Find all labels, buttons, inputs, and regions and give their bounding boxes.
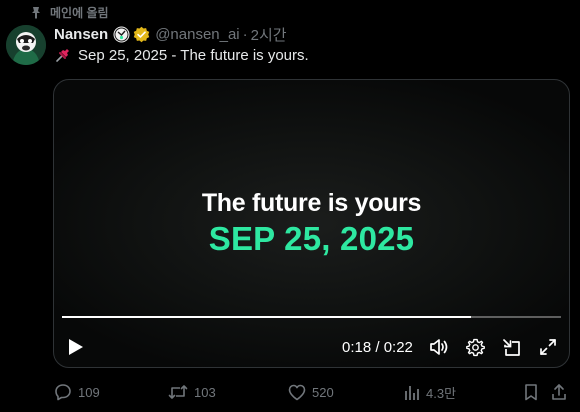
- video-timecode: 0:18 / 0:22: [342, 339, 413, 356]
- repost-icon: [168, 383, 188, 401]
- video-date: SEP 25, 2025: [208, 220, 415, 257]
- tweet-text: Sep 25, 2025 - The future is yours.: [54, 44, 309, 66]
- handle[interactable]: @nansen_ai: [155, 26, 239, 43]
- reply-icon: [54, 383, 72, 401]
- avatar[interactable]: [6, 25, 46, 65]
- tweet-body: Sep 25, 2025 - The future is yours.: [78, 46, 309, 64]
- repost-button[interactable]: 103: [168, 382, 216, 402]
- views-button[interactable]: 4.3만: [404, 382, 456, 402]
- affiliate-badge-icon[interactable]: [113, 26, 130, 43]
- progress-bar[interactable]: [62, 316, 561, 318]
- analytics-icon: [404, 384, 420, 401]
- bookmark-button[interactable]: [523, 382, 539, 402]
- fullscreen-icon[interactable]: [539, 338, 557, 361]
- play-icon[interactable]: [68, 338, 84, 361]
- video-headline: The future is yours: [201, 189, 422, 217]
- display-name[interactable]: Nansen: [54, 26, 108, 43]
- picture-in-picture-icon[interactable]: [502, 338, 522, 362]
- like-button[interactable]: 520: [288, 382, 334, 402]
- settings-gear-icon[interactable]: [466, 338, 485, 362]
- tweet-header: Nansen @nansen_ai · 2시간: [54, 24, 287, 44]
- reply-count: 109: [78, 384, 100, 400]
- reply-button[interactable]: 109: [54, 382, 100, 402]
- pinned-label: 메인에 올림: [50, 5, 109, 20]
- volume-icon[interactable]: [429, 338, 449, 361]
- pushpin-icon: [54, 46, 72, 64]
- progress-fill: [62, 316, 472, 318]
- views-count: 4.3만: [426, 385, 457, 401]
- pinned-indicator: 메인에 올림: [30, 4, 109, 20]
- like-count: 520: [312, 384, 334, 400]
- pin-icon: [30, 6, 42, 19]
- separator-dot: ·: [242, 25, 248, 43]
- repost-count: 103: [194, 384, 216, 400]
- heart-icon: [288, 384, 306, 401]
- verified-badge-icon[interactable]: [133, 26, 150, 43]
- share-button[interactable]: [551, 382, 567, 402]
- video-player[interactable]: The future is yours SEP 25, 2025 0:18 / …: [53, 79, 570, 368]
- timestamp[interactable]: 2시간: [251, 24, 287, 45]
- bookmark-icon: [523, 383, 539, 401]
- share-icon: [551, 383, 567, 401]
